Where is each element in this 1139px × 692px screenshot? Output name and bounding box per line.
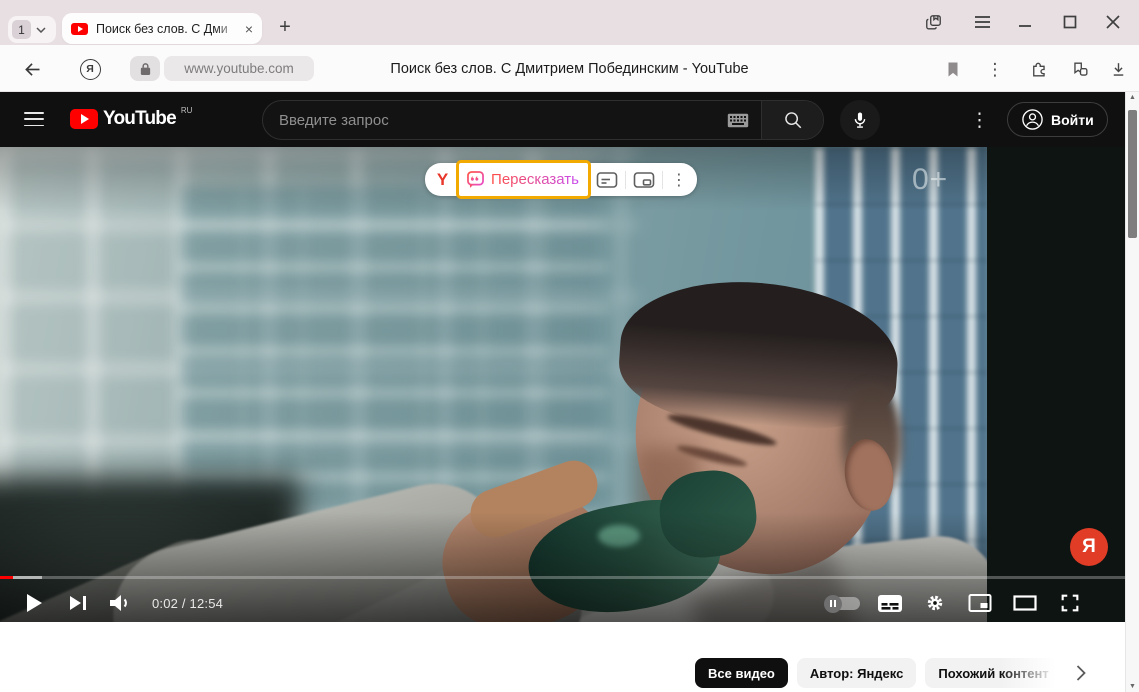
age-rating-label: 0+ — [912, 163, 948, 197]
theater-mode-button[interactable] — [1007, 585, 1043, 621]
maximize-window-icon[interactable] — [1056, 8, 1084, 36]
overlay-kebab-icon[interactable]: ⋮ — [669, 170, 687, 190]
player-controls: 0:02 / 12:54 — [0, 585, 1125, 622]
chevron-down-icon — [36, 27, 46, 33]
scroll-up-icon[interactable]: ▲ — [1126, 94, 1139, 101]
signin-label: Войти — [1051, 112, 1094, 128]
yandex-extension-toolbar: Y Пересказать ⋮ — [425, 163, 697, 196]
youtube-favicon-icon — [71, 23, 88, 35]
chip-author[interactable]: Автор: Яндекс — [797, 658, 916, 688]
collections-icon[interactable] — [1066, 55, 1094, 83]
back-icon[interactable] — [18, 55, 46, 83]
yandex-home-button[interactable]: Я — [76, 55, 104, 83]
youtube-wordmark: YouTube — [103, 108, 176, 130]
settings-gear-icon[interactable] — [917, 585, 953, 621]
subtitles-button[interactable] — [872, 585, 908, 621]
captions-overlay-icon[interactable] — [595, 170, 619, 190]
tab-title: Поиск без слов. С Дми — [96, 22, 241, 36]
scroll-down-icon[interactable]: ▼ — [1126, 683, 1139, 690]
tab-count: 1 — [12, 20, 31, 39]
tab-counter-button[interactable]: 1 — [8, 16, 56, 43]
video-player: Y Пересказать ⋮ 0+ Я — [0, 147, 1125, 622]
hamburger-menu-icon[interactable] — [24, 112, 44, 126]
new-tab-button[interactable]: + — [272, 14, 298, 40]
popout-overlay-icon[interactable] — [632, 170, 656, 190]
youtube-logo[interactable]: YouTube RU — [70, 108, 192, 130]
volume-icon[interactable] — [102, 585, 138, 621]
video-frame[interactable] — [0, 147, 987, 622]
download-icon[interactable] — [1104, 55, 1132, 83]
close-window-icon[interactable] — [1099, 8, 1127, 36]
play-button[interactable] — [16, 585, 52, 621]
below-player-area: Все видео Автор: Яндекс Похожий контент — [0, 622, 1125, 692]
browser-tab-active[interactable]: Поиск без слов. С Дми × — [62, 13, 262, 44]
side-panel-icon[interactable] — [919, 8, 947, 36]
youtube-play-icon — [70, 109, 98, 129]
chip-similar[interactable]: Похожий контент — [925, 658, 1061, 688]
voice-search-button[interactable] — [840, 100, 880, 140]
retell-label: Пересказать — [491, 171, 579, 188]
url-field[interactable]: www.youtube.com — [164, 56, 314, 81]
search-button[interactable] — [761, 100, 823, 140]
autoplay-toggle[interactable] — [826, 597, 860, 610]
minimize-window-icon[interactable] — [1011, 8, 1039, 36]
youtube-header: YouTube RU ⋮ Войти — [0, 92, 1125, 147]
seek-played — [0, 576, 13, 579]
address-bar: Я www.youtube.com Поиск без слов. С Дмит… — [0, 45, 1139, 92]
seek-bar[interactable] — [0, 576, 1125, 579]
extensions-puzzle-icon[interactable] — [1024, 55, 1052, 83]
onscreen-keyboard-icon[interactable] — [727, 113, 761, 128]
next-button[interactable] — [60, 585, 96, 621]
time-display: 0:02 / 12:54 — [152, 585, 223, 621]
browser-menu-icon[interactable] — [968, 8, 996, 36]
signin-button[interactable]: Войти — [1007, 102, 1108, 137]
retell-button[interactable]: Пересказать — [458, 167, 589, 192]
bookmark-icon[interactable] — [939, 55, 967, 83]
fullscreen-button[interactable] — [1052, 585, 1088, 621]
toolbar-divider — [662, 171, 663, 189]
quote-bubble-icon — [466, 170, 485, 189]
toolbar-divider — [625, 171, 626, 189]
filter-chips-row: Все видео Автор: Яндекс Похожий контент — [695, 658, 1062, 688]
yandex-fab-button[interactable]: Я — [1070, 528, 1108, 566]
site-security-lock-icon[interactable] — [130, 56, 160, 81]
tab-close-icon[interactable]: × — [245, 22, 253, 36]
miniplayer-button[interactable] — [962, 585, 998, 621]
youtube-region-label: RU — [181, 106, 193, 115]
search-input[interactable] — [263, 112, 727, 129]
chip-all-videos[interactable]: Все видео — [695, 658, 788, 688]
page-scrollbar[interactable]: ▲ ▼ — [1125, 92, 1139, 692]
yandex-letter: Я — [80, 59, 101, 80]
scrollbar-thumb[interactable] — [1128, 110, 1137, 238]
youtube-kebab-icon[interactable]: ⋮ — [970, 109, 989, 132]
yandex-browser-logo-icon[interactable]: Y — [433, 170, 452, 190]
person-icon — [1021, 108, 1044, 131]
chips-scroll-right-icon[interactable] — [1064, 656, 1098, 690]
browser-tab-bar: 1 Поиск без слов. С Дми × + — [0, 0, 1139, 45]
address-kebab-icon[interactable]: ⋮ — [981, 55, 1009, 83]
autoplay-knob — [824, 595, 842, 613]
search-bar — [262, 100, 824, 140]
